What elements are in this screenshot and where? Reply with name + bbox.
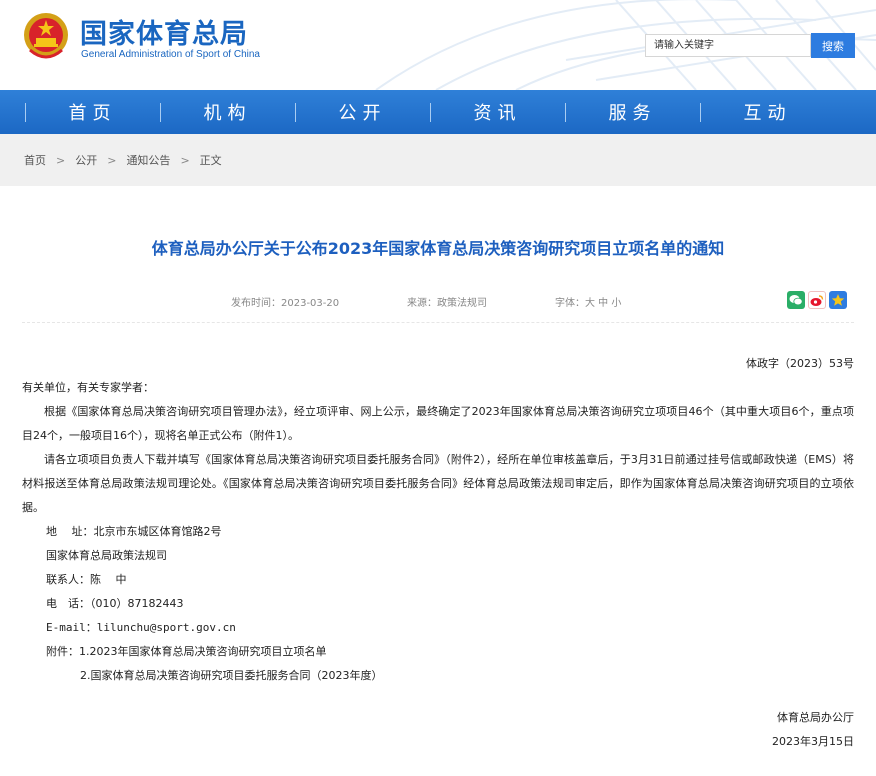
breadcrumb-public[interactable]: 公开: [75, 152, 97, 168]
nav-item-home[interactable]: 首页: [25, 90, 160, 134]
nav-separator: [25, 103, 26, 122]
contact-address: 地 址：北京市东城区体育馆路2号: [46, 525, 222, 538]
attachment-1-link[interactable]: 附件：1.2023年国家体育总局决策咨询研究项目立项名单: [22, 640, 854, 664]
breadcrumb-separator: >: [180, 153, 190, 167]
article-source: 来源：政策法规司: [407, 298, 487, 309]
contact-email[interactable]: lilunchu@sport.gov.cn: [97, 621, 236, 634]
contact-person: 联系人：陈 中: [46, 573, 127, 586]
nav-item-organization[interactable]: 机构: [160, 90, 295, 134]
contact-organization: 国家体育总局政策法规司: [46, 549, 167, 562]
signature: 体育总局办公厅: [777, 711, 854, 724]
paragraph-2: 请各立项项目负责人下载并填写《国家体育总局决策咨询研究项目委托服务合同》（附件2…: [22, 453, 854, 514]
nav-item-services[interactable]: 服务: [565, 90, 700, 134]
nav-separator: [700, 103, 701, 122]
breadcrumb-separator: >: [56, 153, 66, 167]
breadcrumb-notices[interactable]: 通知公告: [126, 152, 170, 168]
favorite-icon[interactable]: [829, 291, 847, 309]
article-title: 体育总局办公厅关于公布2023年国家体育总局决策咨询研究项目立项名单的通知: [151, 239, 725, 258]
nav-item-label: 公开: [338, 103, 387, 124]
nav-item-public[interactable]: 公开: [295, 90, 430, 134]
email-label: E-mail：: [46, 621, 97, 634]
nav-item-label: 机构: [203, 103, 252, 124]
breadcrumb: 首页 > 公开 > 通知公告 > 正文: [0, 134, 876, 186]
site-logo-chinese[interactable]: 国家体育总局: [80, 12, 248, 51]
breadcrumb-separator: >: [107, 153, 117, 167]
signature-date: 2023年3月15日: [772, 735, 854, 748]
weibo-icon[interactable]: [808, 291, 826, 309]
contact-phone: 电 话：（010）87182443: [46, 597, 184, 610]
publish-date: 发布时间：2023-03-20: [231, 298, 340, 309]
site-logo-english[interactable]: General Administration of Sport of China: [81, 49, 260, 60]
nav-separator: [430, 103, 431, 122]
search-button[interactable]: 搜索: [811, 33, 855, 58]
breadcrumb-home[interactable]: 首页: [24, 152, 46, 168]
nav-separator: [160, 103, 161, 122]
nav-item-label: 互动: [743, 103, 792, 124]
article-meta: 发布时间：2023-03-20 来源：政策法规司 字体：大 中 小: [0, 294, 876, 310]
nav-separator: [565, 103, 566, 122]
document-number: 体政字（2023）53号: [746, 357, 854, 370]
breadcrumb-current: 正文: [199, 154, 222, 167]
national-emblem-icon[interactable]: [22, 10, 70, 62]
contact-email-row: E-mail：lilunchu@sport.gov.cn: [22, 616, 854, 640]
search-input[interactable]: [645, 34, 811, 57]
salutation: 有关单位，有关专家学者：: [22, 381, 154, 394]
attachment-2-link[interactable]: 2.国家体育总局决策咨询研究项目委托服务合同（2023年度）: [22, 664, 854, 688]
meta-divider: [22, 322, 854, 323]
main-nav: 首页 机构 公开 资讯 服务 互动: [0, 90, 876, 134]
nav-item-news[interactable]: 资讯: [430, 90, 565, 134]
paragraph-1: 根据《国家体育总局决策咨询研究项目管理办法》，经立项评审、网上公示，最终确定了2…: [22, 405, 854, 442]
nav-item-label: 首页: [68, 103, 117, 124]
nav-item-interaction[interactable]: 互动: [700, 90, 835, 134]
site-header: 国家体育总局 General Administration of Sport o…: [0, 0, 876, 90]
nav-item-label: 服务: [608, 103, 657, 124]
font-size-switcher[interactable]: 字体：大 中 小: [555, 294, 621, 309]
nav-separator: [295, 103, 296, 122]
wechat-icon[interactable]: [787, 291, 805, 309]
article-body: 体政字（2023）53号 有关单位，有关专家学者： 根据《国家体育总局决策咨询研…: [22, 352, 854, 754]
nav-item-label: 资讯: [473, 103, 522, 124]
